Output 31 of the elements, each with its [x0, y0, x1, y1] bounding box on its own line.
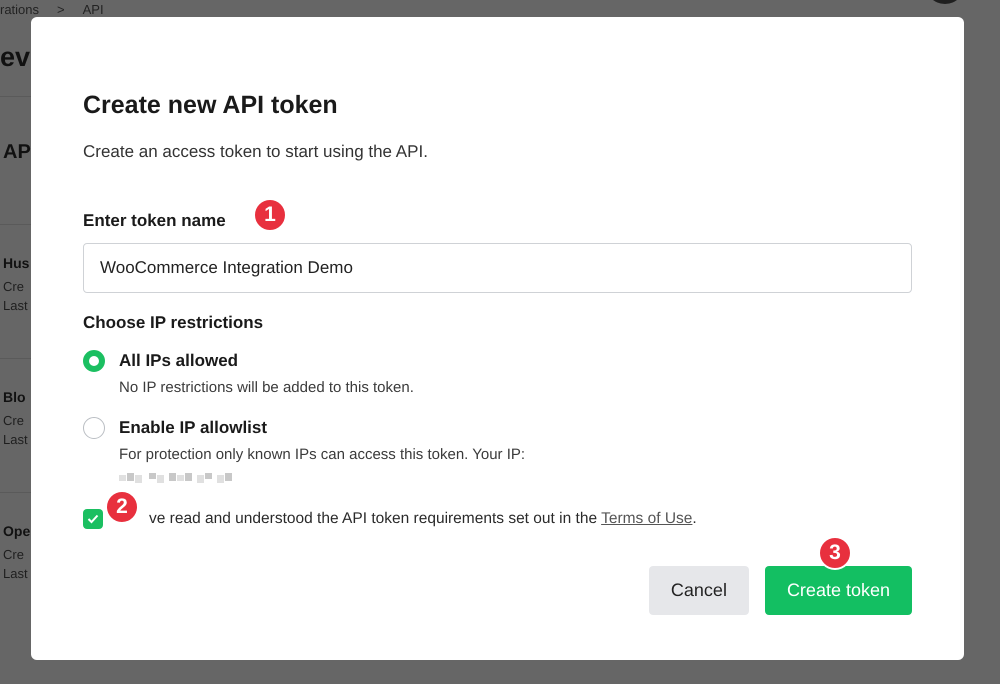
radio-button[interactable]: [83, 417, 105, 439]
option-description: No IP restrictions will be added to this token.: [119, 379, 414, 396]
token-created: Cre: [2, 279, 24, 294]
token-last-used: Last: [2, 298, 28, 313]
token-created: Cre: [2, 413, 24, 428]
breadcrumb-item[interactable]: API: [82, 2, 104, 17]
token-name-field[interactable]: WooCommerce Integration Demo: [83, 243, 912, 293]
dialog-subtitle: Create an access token to start using the API.: [83, 142, 429, 162]
option-description: For protection only known IPs can access this token. Your IP:: [119, 446, 526, 463]
checkbox[interactable]: [83, 509, 103, 529]
cancel-button[interactable]: Cancel: [648, 566, 749, 615]
section-title: AP: [2, 141, 31, 164]
token-name: Ope: [2, 523, 30, 539]
option-label: Enable IP allowlist: [119, 418, 268, 438]
token-created: Cre: [2, 547, 24, 562]
page-title: ev: [0, 42, 30, 74]
create-button[interactable]: Create token: [764, 566, 912, 615]
field-label: Enter token name: [83, 211, 226, 231]
breadcrumb-item[interactable]: >: [57, 2, 65, 17]
dialog-title: Create new API token: [83, 91, 339, 120]
token-last-used: Last: [2, 432, 28, 447]
field-label: Choose IP restrictions: [83, 313, 264, 333]
token-name: Hus: [2, 255, 30, 271]
token-name: Blo: [2, 389, 26, 405]
radio-button[interactable]: [83, 350, 105, 372]
check-icon: [87, 514, 99, 524]
option-label: All IPs allowed: [119, 351, 238, 371]
terms-link[interactable]: Terms of Use: [601, 510, 692, 527]
token-last-used: Last: [2, 566, 28, 581]
terms-text: ve read and understood the API token requirements set out in the Terms of Use.: [149, 510, 697, 528]
breadcrumb-item[interactable]: rations: [0, 2, 40, 17]
